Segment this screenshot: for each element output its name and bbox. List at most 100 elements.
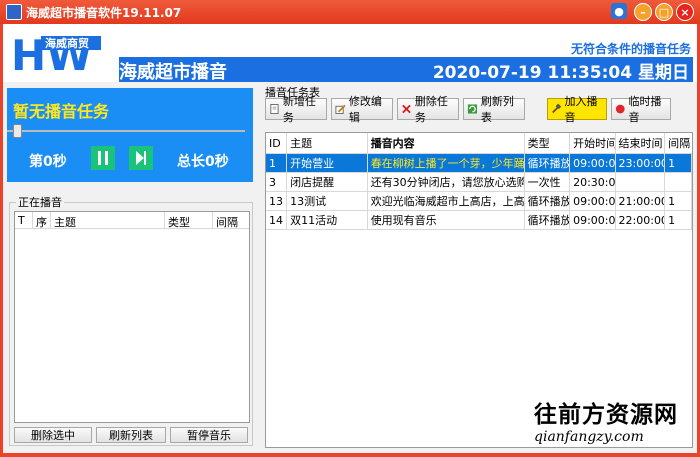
player-title: 暂无播音任务 [13,102,110,121]
cell-start: 09:00:00 [569,210,616,230]
table-header: ID 主题 播音内容 类型 开始时间 结束时间 间隔 [266,133,692,154]
record-icon [615,104,625,114]
delete-icon [402,104,411,114]
cell-interval [664,172,692,192]
column-header[interactable]: 类型 [524,133,571,154]
cell-type: 循环播放 [524,153,571,173]
cell-id: 14 [266,210,288,230]
column-header[interactable]: 结束时间 [615,133,666,154]
cell-id: 3 [266,172,288,192]
temp-broadcast-button[interactable]: 临时播音 [611,95,671,124]
logo-text: 海威商贸 [45,36,89,50]
edit-task-button[interactable]: 修改编辑 [331,95,393,124]
column-header[interactable]: ID [266,133,288,154]
pause-music-button[interactable]: 暂停音乐 [170,427,248,443]
brand-bar: 海威超市播音 2020-07-19 11:35:04 星期日 [119,57,693,83]
total-time: 总长0秒 [177,154,229,170]
join-broadcast-label: 加入播音 [564,95,598,124]
status-text: 无符合条件的播音任务 [570,42,691,56]
cell-type: 循环播放 [524,191,571,211]
minimize-button[interactable]: – [634,3,652,21]
cell-topic: 双11活动 [286,210,368,230]
add-task-label: 新增任务 [282,95,316,124]
skin-icon[interactable]: ● [611,3,627,19]
refresh-tasks-button[interactable]: 刷新列表 [463,95,525,124]
slider-track [7,130,245,132]
column-header[interactable]: 间隔 [213,212,249,229]
cell-id: 1 [266,153,288,173]
delete-task-button[interactable]: 删除任务 [397,95,459,124]
cell-topic: 开始营业 [286,153,368,173]
pause-button[interactable] [91,146,115,170]
brand-name: 海威超市播音 [119,62,227,83]
cell-end: 23:00:00 [615,153,666,173]
now-playing-group: 正在播音 T 序 主题 类型 间隔 删除选中 刷新列表 暂停音乐 [9,194,253,446]
logo: HW 海威商贸 [9,30,105,76]
table-row[interactable]: 14 双11活动 使用现有音乐 循环播放 09:00:00 22:00:00 1 [266,210,692,230]
add-task-button[interactable]: 新增任务 [265,95,327,124]
table-row[interactable]: 3 闭店提醒 还有30分钟闭店，请您放心选购！ 一次性 20:30:00 [266,172,692,192]
cell-end: 22:00:00 [615,210,666,230]
cell-content: 春在柳树上播了一个芽，少年踊踊春 [367,153,525,173]
now-playing-actions: 删除选中 刷新列表 暂停音乐 [14,427,248,443]
now-playing-header: T 序 主题 类型 间隔 [15,212,249,229]
window-controls: ● – □ × [611,3,694,21]
maximize-button[interactable]: □ [655,3,673,21]
now-playing-label: 正在播音 [16,194,64,210]
column-header[interactable]: 序 [33,212,51,229]
elapsed-time: 第0秒 [29,154,67,170]
watermark: 往前方资源网 qianfangzy.com [534,395,694,451]
pause-icon [98,151,108,165]
table-row[interactable]: 1 开始营业 春在柳树上播了一个芽，少年踊踊春 循环播放 09:00:00 23… [266,153,692,173]
cell-interval: 1 [664,210,692,230]
watermark-cn: 往前方资源网 [534,402,678,428]
column-header[interactable]: 播音内容 [367,133,525,154]
table-row[interactable]: 13 13测试 欢迎光临海威超市上高店，上高店即 循环播放 09:00:00 2… [266,191,692,211]
cell-end: 21:00:00 [615,191,666,211]
refresh-list-button[interactable]: 刷新列表 [96,427,166,443]
delete-selected-button[interactable]: 删除选中 [14,427,92,443]
next-button[interactable] [129,146,153,170]
temp-broadcast-label: 临时播音 [628,95,662,124]
cell-end [615,172,666,192]
column-header[interactable]: T [15,212,33,228]
progress-slider[interactable] [7,124,249,138]
cell-type: 一次性 [524,172,571,192]
clock: 2020-07-19 11:35:04 星期日 [432,63,689,83]
cell-start: 20:30:00 [569,172,616,192]
cell-start: 09:00:00 [569,153,616,173]
cell-type: 循环播放 [524,210,571,230]
slider-knob[interactable] [13,124,22,138]
column-header[interactable]: 开始时间 [569,133,616,154]
player-controls: 第0秒 总长0秒 [7,140,253,182]
tasks-toolbar: 新增任务 修改编辑 删除任务 刷新列表 加入播音 临时播音 [265,95,695,124]
close-button[interactable]: × [676,3,694,21]
refresh-tasks-label: 刷新列表 [480,95,514,124]
join-broadcast-button[interactable]: 加入播音 [547,95,607,124]
cell-topic: 闭店提醒 [286,172,368,192]
header: HW 海威商贸 无符合条件的播音任务 海威超市播音 2020-07-19 11:… [3,24,697,83]
cell-interval: 1 [664,191,692,211]
column-header[interactable]: 主题 [286,133,368,154]
column-header[interactable]: 间隔 [664,133,692,154]
column-header[interactable]: 主题 [51,212,165,229]
cell-content: 还有30分钟闭店，请您放心选购！ [367,172,525,192]
title-bar[interactable]: 海威超市播音软件19.11.07 ● – □ × [0,0,700,24]
next-icon [136,151,146,165]
column-header[interactable]: 类型 [165,212,213,229]
window-title: 海威超市播音软件19.11.07 [26,6,182,20]
app-window: 海威超市播音软件19.11.07 ● – □ × HW 海威商贸 无符合条件的播… [0,0,700,457]
main-content: HW 海威商贸 无符合条件的播音任务 海威超市播音 2020-07-19 11:… [3,24,697,453]
cell-start: 09:00:00 [569,191,616,211]
now-playing-list[interactable]: T 序 主题 类型 间隔 [14,211,250,423]
cell-content: 使用现有音乐 [367,210,525,230]
delete-task-label: 删除任务 [414,95,448,124]
app-icon [6,4,22,20]
cell-id: 13 [266,191,288,211]
edit-task-label: 修改编辑 [348,95,382,124]
refresh-icon [467,104,478,114]
hammer-icon [552,103,562,114]
new-document-icon [270,103,279,115]
cell-topic: 13测试 [286,191,368,211]
edit-icon [335,104,346,115]
